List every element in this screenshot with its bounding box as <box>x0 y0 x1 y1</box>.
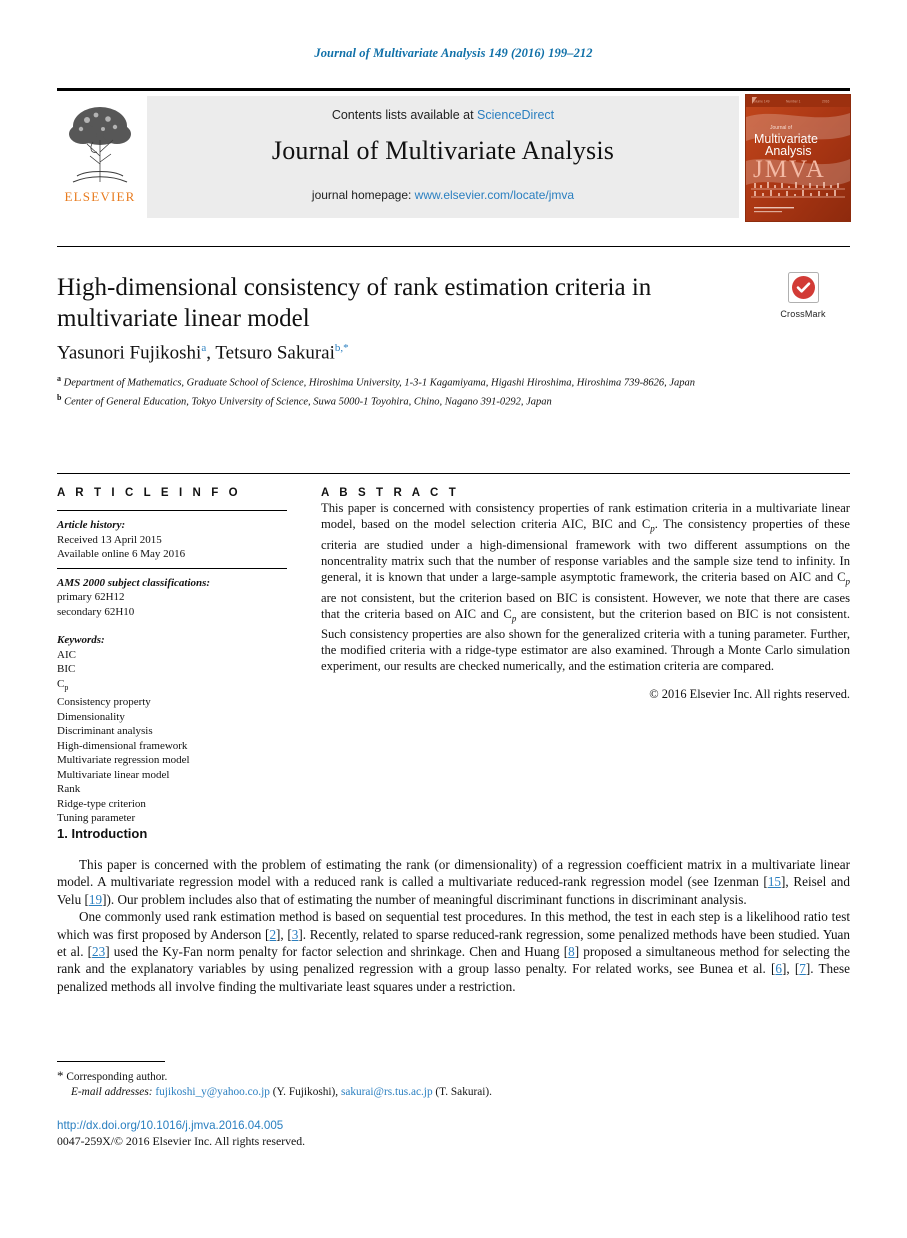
article-history-received: Received 13 April 2015 <box>57 533 162 546</box>
citation-19[interactable]: 19 <box>89 892 102 907</box>
section-heading-introduction: 1. Introduction <box>57 826 147 841</box>
crossmark-icon <box>787 272 819 303</box>
p1-text-a: This paper is concerned with the problem… <box>57 857 850 890</box>
footnote-separator-rule <box>57 1061 165 1062</box>
p1-text-c: ]). Our problem includes also that of es… <box>102 891 747 907</box>
article-history-label: Article history: <box>57 519 126 531</box>
section-number: 1. <box>57 826 68 841</box>
keywords-label: Keywords: <box>57 634 105 646</box>
corresponding-author-note: * Corresponding author. <box>57 1068 757 1085</box>
article-info-column: Article history: Received 13 April 2015 … <box>57 504 287 826</box>
elsevier-wordmark: ELSEVIER <box>64 189 136 204</box>
paragraph-1: This paper is concerned with the problem… <box>57 856 850 908</box>
author-name-2: Tetsuro Sakurai <box>215 342 335 364</box>
keyword-item: Dimensionality <box>57 710 125 723</box>
journal-title: Journal of Multivariate Analysis <box>271 136 615 165</box>
asterisk-marker: * <box>57 1068 64 1083</box>
info-section-rule <box>57 473 850 474</box>
elsevier-logo: ELSEVIER <box>57 96 143 218</box>
paper-page: Journal of Multivariate Analysis 149 (20… <box>0 0 907 1238</box>
email-link-fujikoshi[interactable]: fujikoshi_y@yahoo.co.jp <box>155 1086 270 1098</box>
affiliation-text-a: Department of Mathematics, Graduate Scho… <box>63 377 696 389</box>
citation-15[interactable]: 15 <box>768 874 781 889</box>
affiliation-mark-b: b <box>57 392 62 402</box>
affiliation-a: a Department of Mathematics, Graduate Sc… <box>57 372 757 390</box>
keyword-item: Cp <box>57 677 69 692</box>
introduction-body: This paper is concerned with the problem… <box>57 856 850 995</box>
crossmark-badge[interactable]: CrossMark <box>757 272 849 319</box>
keyword-item: Consistency property <box>57 696 151 709</box>
svg-text:Journal of: Journal of <box>770 125 793 131</box>
affiliation-text-b: Center of General Education, Tokyo Unive… <box>64 396 552 407</box>
journal-homepage-link[interactable]: www.elsevier.com/locate/jmva <box>415 188 574 202</box>
title-separator-rule <box>57 246 850 247</box>
svg-text:Number 1: Number 1 <box>786 100 801 104</box>
email-owner-2: (T. Sakurai). <box>435 1086 492 1098</box>
article-history-online: Available online 6 May 2016 <box>57 548 186 560</box>
svg-text:2016: 2016 <box>822 100 830 104</box>
keyword-item: Multivariate regression model <box>57 754 190 767</box>
page-title: High-dimensional consistency of rank est… <box>57 274 652 332</box>
abstract-body: This paper is concerned with consistency… <box>321 500 850 703</box>
keyword-item: High-dimensional framework <box>57 739 188 752</box>
journal-masthead: ELSEVIER Contents lists available at Sci… <box>57 88 851 224</box>
corresponding-author-text: Corresponding author. <box>66 1071 168 1083</box>
contents-prefix: Contents lists available at <box>331 108 474 122</box>
keyword-item: Ridge-type criterion <box>57 797 146 810</box>
keyword-item: BIC <box>57 663 76 675</box>
doi-link[interactable]: http://dx.doi.org/10.1016/j.jmva.2016.04… <box>57 1119 283 1132</box>
p2-text-b: ], [ <box>276 926 292 942</box>
abstract-copyright: © 2016 Elsevier Inc. All rights reserved… <box>649 687 850 702</box>
author-list: Yasunori Fujikoshia, Tetsuro Sakuraib,* <box>57 342 349 364</box>
keyword-cp-subscript: p <box>64 682 69 692</box>
p2-text-f: ], [ <box>782 961 800 977</box>
affiliation-b: b Center of General Education, Tokyo Uni… <box>57 391 757 409</box>
running-head: Journal of Multivariate Analysis 149 (20… <box>314 46 593 60</box>
journal-cover-art: Volume 149 Number 1 2016 Journal of Mult… <box>746 95 850 221</box>
p2-text-d: ] used the Ky-Fan norm penalty for facto… <box>105 944 569 960</box>
author-mark-1[interactable]: a <box>201 342 206 354</box>
section-name: Introduction <box>71 826 148 841</box>
footnote-block: * Corresponding author. E-mail addresses… <box>57 1068 757 1100</box>
paragraph-2: One commonly used rank estimation method… <box>57 908 850 995</box>
masthead-top-rule <box>57 88 850 91</box>
keyword-item: Tuning parameter <box>57 812 136 825</box>
issn-copyright-line: 0047-259X/© 2016 Elsevier Inc. All right… <box>57 1134 306 1148</box>
citation-6[interactable]: 6 <box>775 961 782 976</box>
abstract-heading: A B S T R A C T <box>321 487 460 499</box>
sciencedirect-link[interactable]: ScienceDirect <box>477 108 554 122</box>
elsevier-tree-icon <box>63 96 137 188</box>
keyword-item: AIC <box>57 648 76 661</box>
article-info-heading: A R T I C L E I N F O <box>57 487 242 499</box>
email-owner-1: (Y. Fujikoshi), <box>272 1086 339 1098</box>
crossmark-label: CrossMark <box>780 309 826 319</box>
email-addresses-label: E-mail addresses: <box>71 1086 153 1098</box>
info-rule-top <box>57 510 287 511</box>
homepage-prefix: journal homepage: <box>311 188 412 202</box>
ams-label: AMS 2000 subject classifications: <box>57 576 211 589</box>
keyword-item: Multivariate linear model <box>57 768 170 781</box>
homepage-line: journal homepage: www.elsevier.com/locat… <box>147 188 739 202</box>
author-mark-2[interactable]: b,* <box>335 342 349 354</box>
contents-line: Contents lists available at ScienceDirec… <box>147 96 739 122</box>
affiliation-mark-a: a <box>57 374 61 383</box>
affiliation-list: a Department of Mathematics, Graduate Sc… <box>57 372 757 409</box>
keyword-item: Rank <box>57 783 81 796</box>
author-name-1: Yasunori Fujikoshi <box>57 342 202 364</box>
citation-8[interactable]: 8 <box>568 944 575 959</box>
email-note: E-mail addresses: fujikoshi_y@yahoo.co.j… <box>57 1085 757 1100</box>
info-rule-middle <box>57 567 287 569</box>
ams-secondary: secondary 62H10 <box>57 605 135 618</box>
citation-7[interactable]: 7 <box>799 961 806 976</box>
abstract-sub-p-2: p <box>845 576 851 587</box>
ams-primary: primary 62H12 <box>57 591 125 603</box>
masthead-center-panel: Contents lists available at ScienceDirec… <box>147 96 739 218</box>
citation-23[interactable]: 23 <box>92 944 105 959</box>
journal-cover-thumbnail: Volume 149 Number 1 2016 Journal of Mult… <box>745 94 851 222</box>
email-link-sakurai[interactable]: sakurai@rs.tus.ac.jp <box>341 1086 433 1098</box>
keyword-item: Discriminant analysis <box>57 725 153 738</box>
svg-text:JMVA: JMVA <box>753 156 826 183</box>
